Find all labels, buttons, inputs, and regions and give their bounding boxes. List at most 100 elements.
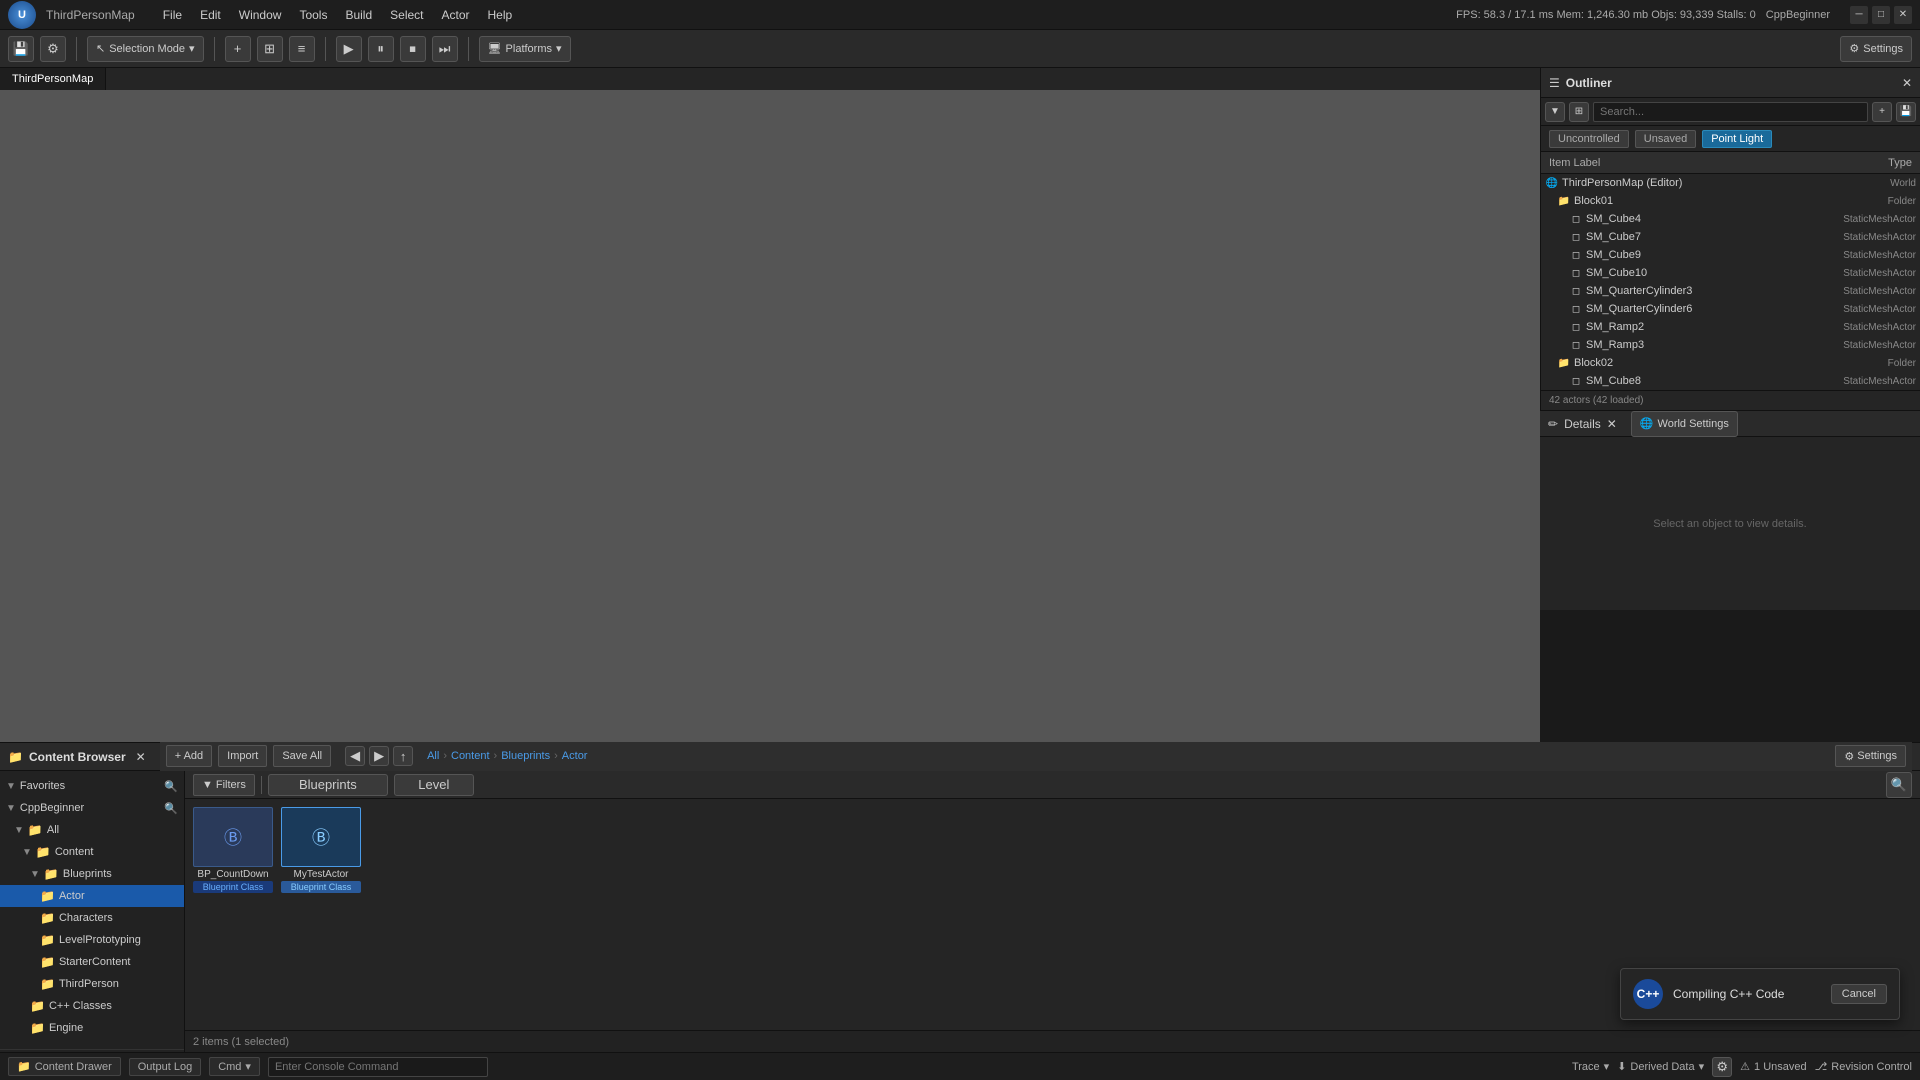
- outliner-save-btn[interactable]: 💾: [1896, 102, 1916, 122]
- menu-file[interactable]: File: [155, 6, 190, 24]
- cb-sidebar-startercontent[interactable]: 📁 StarterContent: [0, 951, 184, 973]
- outliner-options-btn[interactable]: ⊞: [1569, 102, 1589, 122]
- menu-help[interactable]: Help: [480, 6, 521, 24]
- platforms-btn[interactable]: 🖥 Platforms ▾: [479, 36, 571, 62]
- pause-btn[interactable]: ⏸: [368, 36, 394, 62]
- filter-unsaved-btn[interactable]: Unsaved: [1635, 130, 1696, 148]
- cb-add-btn[interactable]: + Add: [166, 745, 212, 767]
- play-btn[interactable]: ▶: [336, 36, 362, 62]
- cb-sidebar: ▼ Favorites 🔍 ▼ CppBeginner 🔍 ▼ 📁 A: [0, 771, 185, 1052]
- cb-sidebar-favorites[interactable]: ▼ Favorites 🔍: [0, 775, 184, 797]
- cb-settings-btn[interactable]: ⚙ Settings: [1835, 745, 1906, 767]
- bottom-settings-btn[interactable]: ⚙: [1712, 1057, 1732, 1077]
- source-control-btn[interactable]: ⚙: [40, 36, 66, 62]
- table-row[interactable]: ◻ SM_Cube4 StaticMeshActor: [1541, 210, 1920, 228]
- outliner-item-name: SM_QuarterCylinder3: [1586, 285, 1796, 297]
- add-actor-btn[interactable]: +: [225, 36, 251, 62]
- menu-build[interactable]: Build: [337, 6, 380, 24]
- maximize-btn[interactable]: □: [1872, 6, 1890, 24]
- menu-window[interactable]: Window: [231, 6, 290, 24]
- table-row[interactable]: ◻ SM_Cube7 StaticMeshActor: [1541, 228, 1920, 246]
- snap-btn2[interactable]: ≡: [289, 36, 315, 62]
- cb-sidebar-cpp-classes[interactable]: 📁 C++ Classes: [0, 995, 184, 1017]
- cb-path-actor[interactable]: Actor: [562, 750, 588, 762]
- cmd-label-btn[interactable]: Cmd ▾: [209, 1057, 260, 1076]
- table-row[interactable]: ◻ SM_Ramp2 StaticMeshActor: [1541, 318, 1920, 336]
- unsaved-item[interactable]: ⚠ 1 Unsaved: [1740, 1060, 1806, 1073]
- col-item-label: Item Label: [1549, 157, 1792, 169]
- cb-sidebar-content[interactable]: ▼ 📁 Content: [0, 841, 184, 863]
- output-log-btn[interactable]: Output Log: [129, 1058, 201, 1076]
- menu-select[interactable]: Select: [382, 6, 431, 24]
- outliner-close-btn[interactable]: ✕: [1902, 76, 1912, 90]
- cb-path-all[interactable]: All: [427, 750, 439, 762]
- table-row[interactable]: 🌐 ThirdPersonMap (Editor) World: [1541, 174, 1920, 192]
- outliner-item-type: StaticMeshActor: [1796, 214, 1916, 225]
- bottom-right: Trace ▾ ⬇ Derived Data ▾ ⚙ ⚠ 1 Unsaved ⎇…: [1572, 1057, 1912, 1077]
- cb-filter-level-btn[interactable]: Level: [394, 774, 474, 796]
- table-row[interactable]: ◻ SM_Cube9 StaticMeshActor: [1541, 246, 1920, 264]
- save-icon-btn[interactable]: 💾: [8, 36, 34, 62]
- skip-btn[interactable]: ⏭: [432, 36, 458, 62]
- cb-save-all-btn[interactable]: Save All: [273, 745, 331, 767]
- revision-control-item[interactable]: ⎇ Revision Control: [1815, 1060, 1912, 1073]
- table-row[interactable]: ◻ SM_QuarterCylinder3 StaticMeshActor: [1541, 282, 1920, 300]
- favorites-search-icon[interactable]: 🔍: [164, 780, 178, 793]
- cb-filters-btn[interactable]: ▼ Filters: [193, 774, 255, 796]
- cb-import-btn[interactable]: Import: [218, 745, 267, 767]
- table-row[interactable]: ◻ SM_Cube8 StaticMeshActor: [1541, 372, 1920, 390]
- asset-bp-countdown[interactable]: Ⓑ BP_CountDown Blueprint Class: [193, 807, 273, 893]
- asset-mytestactor-thumb: Ⓑ: [281, 807, 361, 867]
- selection-mode-btn[interactable]: ↖ Selection Mode ▾: [87, 36, 204, 62]
- cppbeginner-search-icon[interactable]: 🔍: [164, 802, 178, 815]
- bp-filter-label: Blueprints: [299, 777, 357, 792]
- cb-sidebar-cppbeginner[interactable]: ▼ CppBeginner 🔍: [0, 797, 184, 819]
- world-settings-btn[interactable]: 🌐 World Settings: [1631, 411, 1738, 437]
- table-row[interactable]: ◻ SM_QuarterCylinder6 StaticMeshActor: [1541, 300, 1920, 318]
- cb-search-btn[interactable]: 🔍: [1886, 772, 1912, 798]
- cb-sidebar-actor[interactable]: 📁 Actor: [0, 885, 184, 907]
- table-row[interactable]: 📁 Block01 Folder: [1541, 192, 1920, 210]
- cb-up-btn[interactable]: ↑: [393, 746, 413, 766]
- minimize-btn[interactable]: ─: [1850, 6, 1868, 24]
- cb-back-btn[interactable]: ◀: [345, 746, 365, 766]
- cb-filter-blueprints-btn[interactable]: Blueprints: [268, 774, 388, 796]
- filter-point-light-btn[interactable]: Point Light: [1702, 130, 1772, 148]
- cb-sidebar-thirdperson[interactable]: 📁 ThirdPerson: [0, 973, 184, 995]
- close-btn[interactable]: ✕: [1894, 6, 1912, 24]
- filter-uncontrolled-btn[interactable]: Uncontrolled: [1549, 130, 1629, 148]
- stop-btn[interactable]: ⏹: [400, 36, 426, 62]
- fps-stats: FPS: 58.3 / 17.1 ms Mem: 1,246.30 mb Obj…: [1456, 9, 1756, 21]
- cb-sidebar-levelprototyping[interactable]: 📁 LevelPrototyping: [0, 929, 184, 951]
- snap-btn[interactable]: ⊞: [257, 36, 283, 62]
- outliner-filter-btn[interactable]: ▼: [1545, 102, 1565, 122]
- table-row[interactable]: ◻ SM_Ramp3 StaticMeshActor: [1541, 336, 1920, 354]
- settings-btn[interactable]: ⚙ Settings: [1840, 36, 1912, 62]
- cb-sidebar-characters[interactable]: 📁 Characters: [0, 907, 184, 929]
- outliner-search-input[interactable]: [1593, 102, 1868, 122]
- derived-data-item[interactable]: ⬇ Derived Data ▾: [1617, 1060, 1704, 1073]
- cb-sidebar-engine[interactable]: 📁 Engine: [0, 1017, 184, 1039]
- outliner-item-type: World: [1796, 178, 1916, 189]
- cmd-input[interactable]: [268, 1057, 488, 1077]
- menu-actor[interactable]: Actor: [434, 6, 478, 24]
- compile-cancel-btn[interactable]: Cancel: [1831, 984, 1887, 1004]
- menu-tools[interactable]: Tools: [291, 6, 335, 24]
- table-row[interactable]: 📁 Block02 Folder: [1541, 354, 1920, 372]
- outliner-add-btn[interactable]: +: [1872, 102, 1892, 122]
- asset-mytestactor[interactable]: Ⓑ MyTestActor Blueprint Class: [281, 807, 361, 893]
- menu-edit[interactable]: Edit: [192, 6, 229, 24]
- engine-label: Engine: [49, 1022, 83, 1034]
- cb-path-blueprints[interactable]: Blueprints: [501, 750, 550, 762]
- cb-path-content[interactable]: Content: [451, 750, 490, 762]
- cursor-icon: ↖: [96, 42, 105, 55]
- cb-sidebar-blueprints[interactable]: ▼ 📁 Blueprints: [0, 863, 184, 885]
- table-row[interactable]: ◻ SM_Cube10 StaticMeshActor: [1541, 264, 1920, 282]
- cb-sidebar-all[interactable]: ▼ 📁 All: [0, 819, 184, 841]
- details-close-btn[interactable]: ✕: [1607, 417, 1617, 431]
- cb-close-btn[interactable]: ✕: [136, 750, 146, 764]
- viewport-tab-main[interactable]: ThirdPersonMap: [0, 68, 106, 90]
- content-drawer-btn[interactable]: 📁 Content Drawer: [8, 1057, 121, 1076]
- cb-fwd-btn[interactable]: ▶: [369, 746, 389, 766]
- outliner-item-icon: ◻: [1569, 374, 1583, 388]
